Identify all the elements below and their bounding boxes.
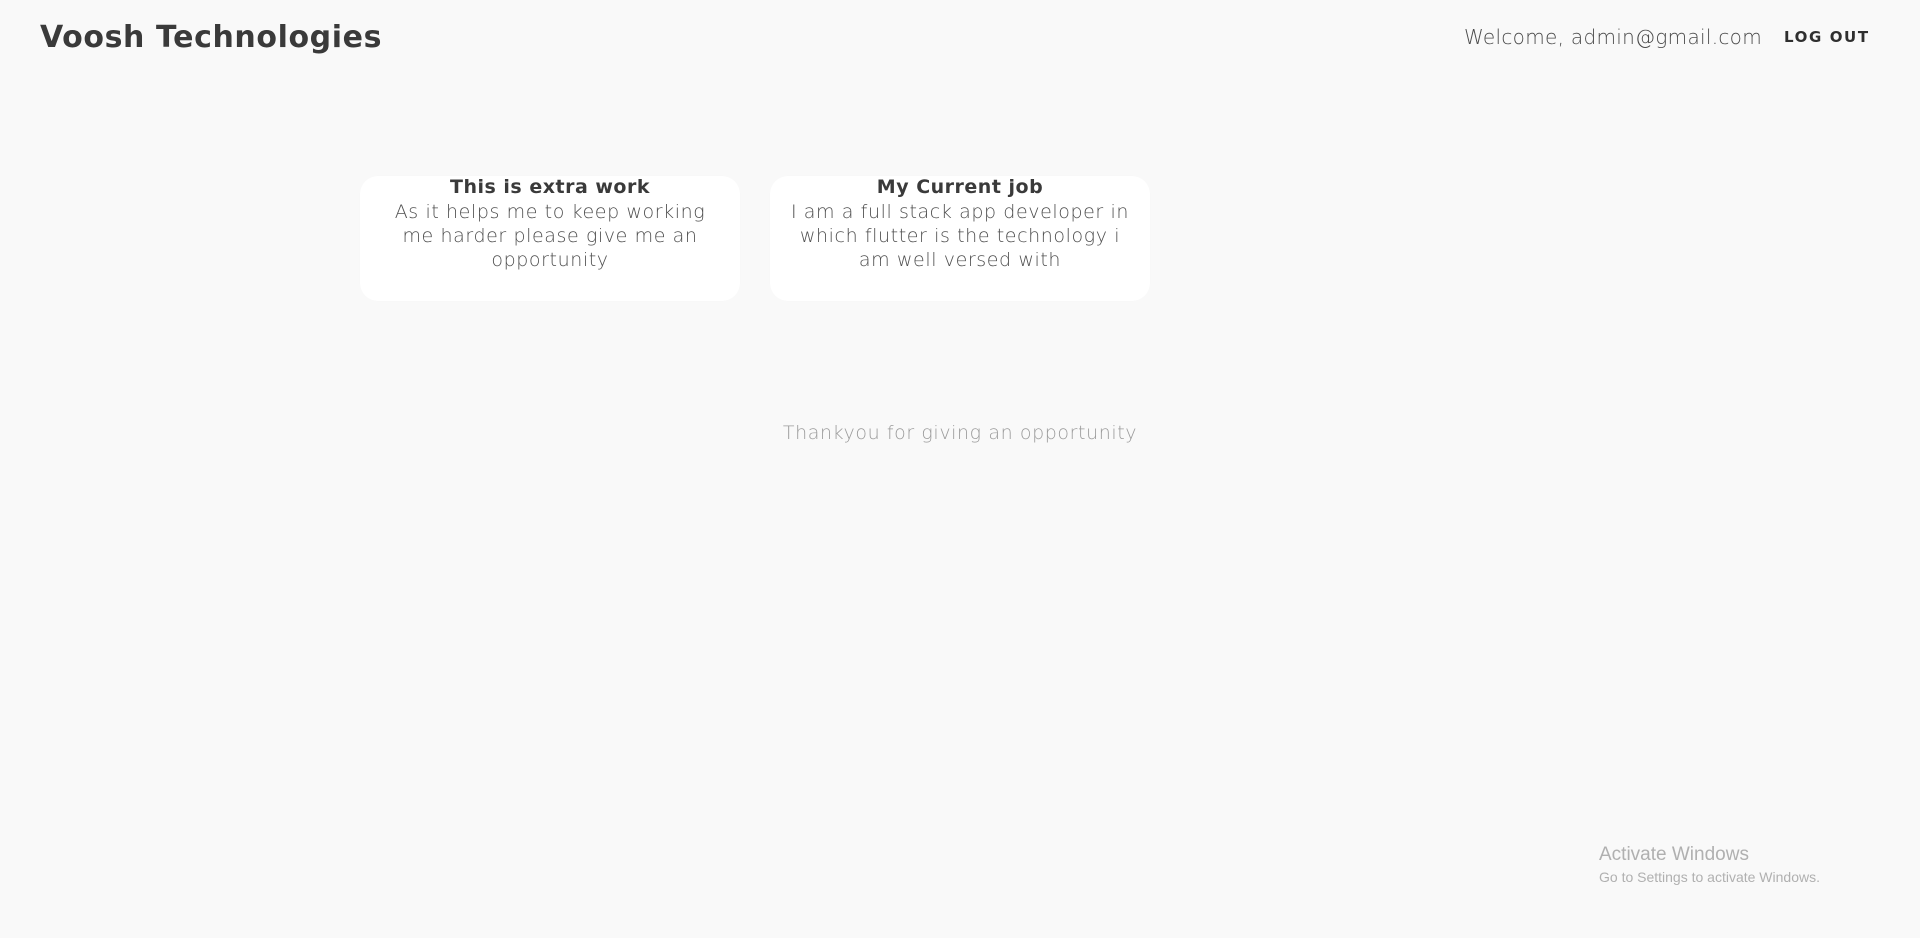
watermark-subtitle: Go to Settings to activate Windows. [1599,869,1820,885]
card-list: This is extra work As it helps me to kee… [360,176,1150,301]
welcome-text: Welcome, admin@gmail.com [1464,25,1762,49]
card-current-job[interactable]: My Current job I am a full stack app dev… [770,176,1150,301]
card-title: My Current job [876,176,1044,198]
watermark-title: Activate Windows [1599,844,1749,865]
windows-activation-watermark: Activate Windows Go to Settings to activ… [1599,843,1820,886]
thank-you-message: Thankyou for giving an opportunity [782,422,1138,444]
card-body: I am a full stack app developer in which… [790,201,1130,271]
logout-button[interactable]: LOG OUT [1772,20,1882,54]
card-body: As it helps me to keep working me harder… [394,201,706,271]
card-title: This is extra work [449,176,650,198]
brand-title[interactable]: Voosh Technologies [40,20,382,55]
card-extra-work[interactable]: This is extra work As it helps me to kee… [360,176,740,301]
app-root: Voosh Technologies Welcome, admin@gmail.… [0,0,1920,938]
top-header: Voosh Technologies Welcome, admin@gmail.… [0,0,1920,80]
